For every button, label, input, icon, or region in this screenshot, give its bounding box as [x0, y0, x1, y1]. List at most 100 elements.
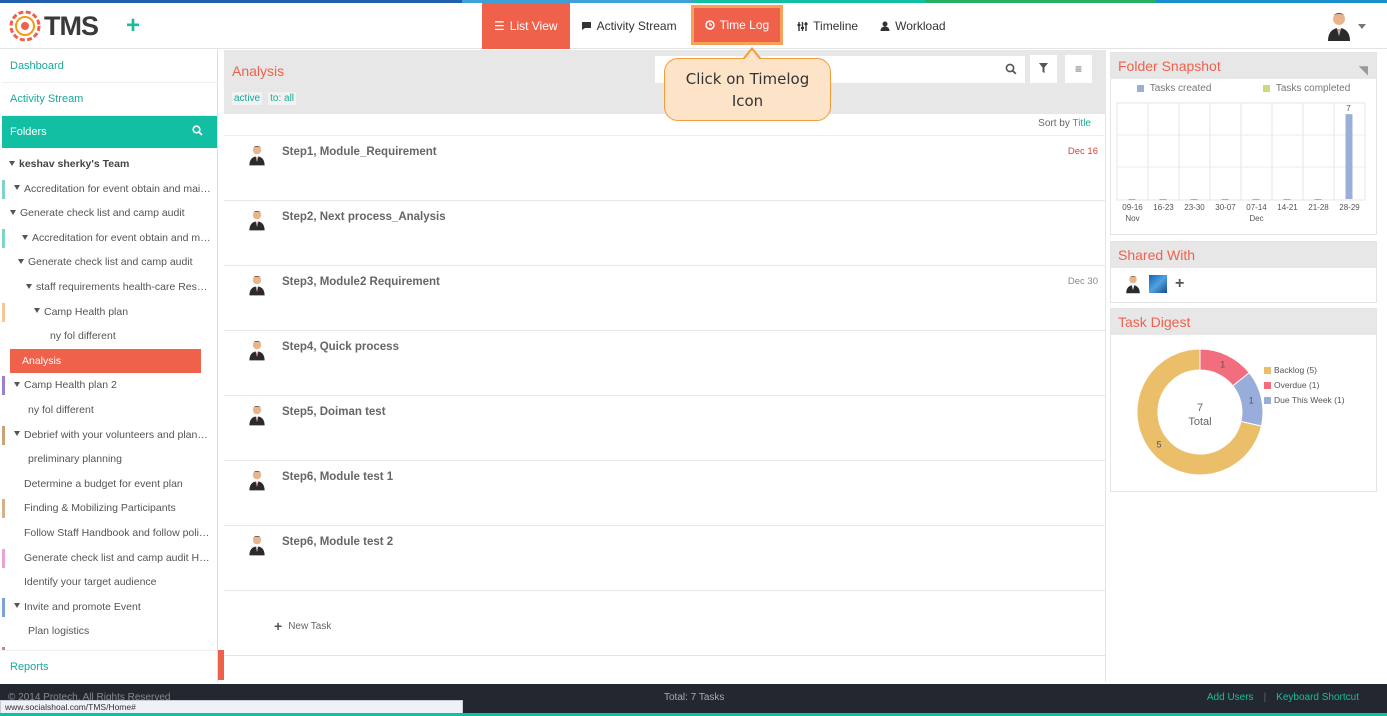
avatar [248, 274, 266, 299]
tree-folder-item[interactable]: ny fol different [2, 324, 217, 349]
avatar [248, 534, 266, 559]
chart-x-sublabel: Dec [1249, 214, 1263, 223]
task-row[interactable]: Step6, Module test 1 [224, 461, 1106, 526]
tree-folder-item[interactable]: Invite and promote Event [2, 595, 217, 620]
chart-x-sublabel: Nov [1125, 214, 1139, 223]
folder-tree: keshav sherky's Team Accreditation for e… [2, 148, 217, 668]
folder-snapshot-panel: Folder Snapshot ◥ Tasks created Tasks co… [1110, 52, 1377, 235]
nav-activity-stream[interactable]: Activity Stream [570, 3, 688, 49]
user-menu[interactable] [1326, 11, 1366, 41]
tree-folder-item[interactable]: Plan logistics [2, 619, 217, 644]
task-row[interactable]: Step5, Doiman test [224, 396, 1106, 461]
caret-down-icon [22, 234, 28, 240]
sidebar-dashboard[interactable]: Dashboard [2, 50, 217, 83]
chart-x-tick-label: 09-16 [1122, 203, 1143, 212]
task-due-date: Dec 30 [1067, 276, 1098, 287]
task-row[interactable]: Step6, Module test 2 [224, 526, 1106, 591]
task-row[interactable]: Step3, Module2 Requirement Dec 30 [224, 266, 1106, 331]
folder-snapshot-title: Folder Snapshot ◥ [1111, 53, 1376, 79]
task-title[interactable]: Step6, Module test 1 [282, 471, 393, 483]
task-title[interactable]: Step2, Next process_Analysis [282, 211, 446, 223]
chart-bar [1283, 199, 1291, 200]
sidebar-reports[interactable]: Reports [2, 650, 217, 682]
caret-down-icon [18, 259, 24, 265]
nav-timeline[interactable]: Timeline [786, 3, 869, 49]
tree-team[interactable]: keshav sherky's Team [2, 152, 217, 177]
add-share-icon[interactable]: + [1175, 275, 1184, 293]
add-icon[interactable]: + [126, 12, 140, 40]
chart-x-tick-label: 28-29 [1339, 203, 1360, 212]
rss-icon[interactable]: ◥ [1359, 57, 1368, 83]
chart-x-tick-label: 16-23 [1153, 203, 1174, 212]
comment-icon [581, 22, 591, 30]
add-users-link[interactable]: Add Users [1207, 692, 1254, 703]
task-title[interactable]: Step3, Module2 Requirement [282, 276, 440, 288]
sort-field-link[interactable]: Title [1072, 118, 1091, 129]
nav-activity-stream-label: Activity Stream [596, 19, 677, 33]
nav-list-view[interactable]: ☰ List View [482, 3, 570, 49]
task-digest-panel: Task Digest 5 1 1 7 Total Backlog (5) Overdue… [1110, 308, 1377, 492]
search-icon[interactable] [1005, 63, 1017, 75]
task-row[interactable]: Step4, Quick process [224, 331, 1106, 396]
tree-folder-label: Finding & Mobilizing Participants [24, 502, 176, 515]
tree-folder-item[interactable]: Identify your target audience [2, 570, 217, 595]
tree-folder-item[interactable]: Camp Health plan 2 [2, 373, 217, 398]
nav-workload-label: Workload [895, 19, 946, 33]
tree-folder-item[interactable]: Accreditation for event obtain and maint… [2, 226, 217, 251]
tree-folder-label: Camp Health plan 2 [24, 379, 117, 392]
donut-slice-label: 1 [1249, 395, 1254, 405]
search-icon[interactable] [192, 125, 203, 136]
task-list: Step1, Module_Requirement Dec 16 Step2, Ne… [224, 135, 1106, 591]
tree-folder-item[interactable]: Accreditation for event obtain and maint… [2, 177, 217, 202]
tree-folder-item[interactable]: Finding & Mobilizing Participants [2, 496, 217, 521]
nav-workload[interactable]: Workload [869, 3, 956, 49]
shared-user-image[interactable] [1149, 275, 1167, 293]
task-title[interactable]: Step6, Module test 2 [282, 536, 393, 548]
nav-list-view-label: List View [509, 19, 558, 33]
task-title[interactable]: Step5, Doiman test [282, 406, 386, 418]
task-digest-donut-chart: 5 1 1 7 Total [1136, 348, 1264, 476]
sidebar-activity-stream[interactable]: Activity Stream [2, 83, 217, 116]
new-task-button[interactable]: + New Task [274, 618, 331, 634]
tree-folder-item[interactable]: Debrief with your volunteers and plannin… [2, 423, 217, 448]
brand-logo[interactable]: TMS [8, 9, 99, 43]
tree-folder-item[interactable]: staff requirements health-care Resources [2, 275, 217, 300]
tree-folder-item[interactable]: Generate check list and camp audit Healt… [2, 546, 217, 571]
chart-bar [1345, 114, 1353, 199]
task-title[interactable]: Step1, Module_Requirement [282, 146, 437, 158]
filter-chip-to[interactable]: to: all [268, 92, 297, 105]
task-title[interactable]: Step4, Quick process [282, 341, 399, 353]
tree-folder-label: staff requirements health-care Resources [36, 280, 217, 293]
menu-button[interactable]: ≡ [1065, 55, 1092, 83]
brand-name: TMS [44, 10, 99, 41]
chart-bar [1159, 199, 1167, 200]
donut-legend-item: Backlog (5) [1264, 363, 1345, 378]
tree-folder-item[interactable]: Analysis [10, 348, 201, 374]
donut-slice-label: 5 [1156, 440, 1161, 450]
keyboard-shortcut-link[interactable]: Keyboard Shortcut [1276, 692, 1359, 703]
tree-folder-item[interactable]: Generate check list and camp audit [2, 250, 217, 275]
tree-folder-item[interactable]: ny fol different [2, 398, 217, 423]
tree-folder-item[interactable]: Generate check list and camp audit [2, 201, 217, 226]
nav-time-log[interactable]: Time Log [690, 5, 784, 45]
filter-button[interactable] [1030, 55, 1057, 83]
filter-chip-active[interactable]: active [232, 92, 263, 105]
tree-folder-label: Generate check list and camp audit [28, 256, 193, 269]
tree-folder-item[interactable]: Camp Health plan [2, 300, 217, 325]
footer-links: Add Users | Keyboard Shortcut [1207, 692, 1359, 703]
tree-folder-item[interactable]: Follow Staff Handbook and follow policie… [2, 521, 217, 546]
donut-center-label: Total [1188, 416, 1211, 428]
task-row[interactable]: Step1, Module_Requirement Dec 16 [224, 136, 1106, 201]
tree-folder-item[interactable]: Determine a budget for event plan [2, 472, 217, 497]
avatar[interactable] [1125, 274, 1141, 294]
legend-tasks-completed: Tasks completed [1262, 83, 1350, 94]
chevron-down-icon [1358, 23, 1366, 29]
snapshot-bar-chart: 09-16 Nov 16-23 23-30 30-07 07-14 Dec 14-21 21-2… [1116, 102, 1366, 223]
folder-color-marker [2, 179, 5, 199]
tree-folder-item[interactable]: preliminary planning [2, 447, 217, 472]
callout-pointer-fill [744, 50, 760, 60]
tree-folder-label: ny fol different [28, 403, 94, 416]
caret-down-icon [10, 209, 16, 215]
task-row[interactable]: Step2, Next process_Analysis [224, 201, 1106, 266]
folder-color-marker [2, 302, 5, 322]
